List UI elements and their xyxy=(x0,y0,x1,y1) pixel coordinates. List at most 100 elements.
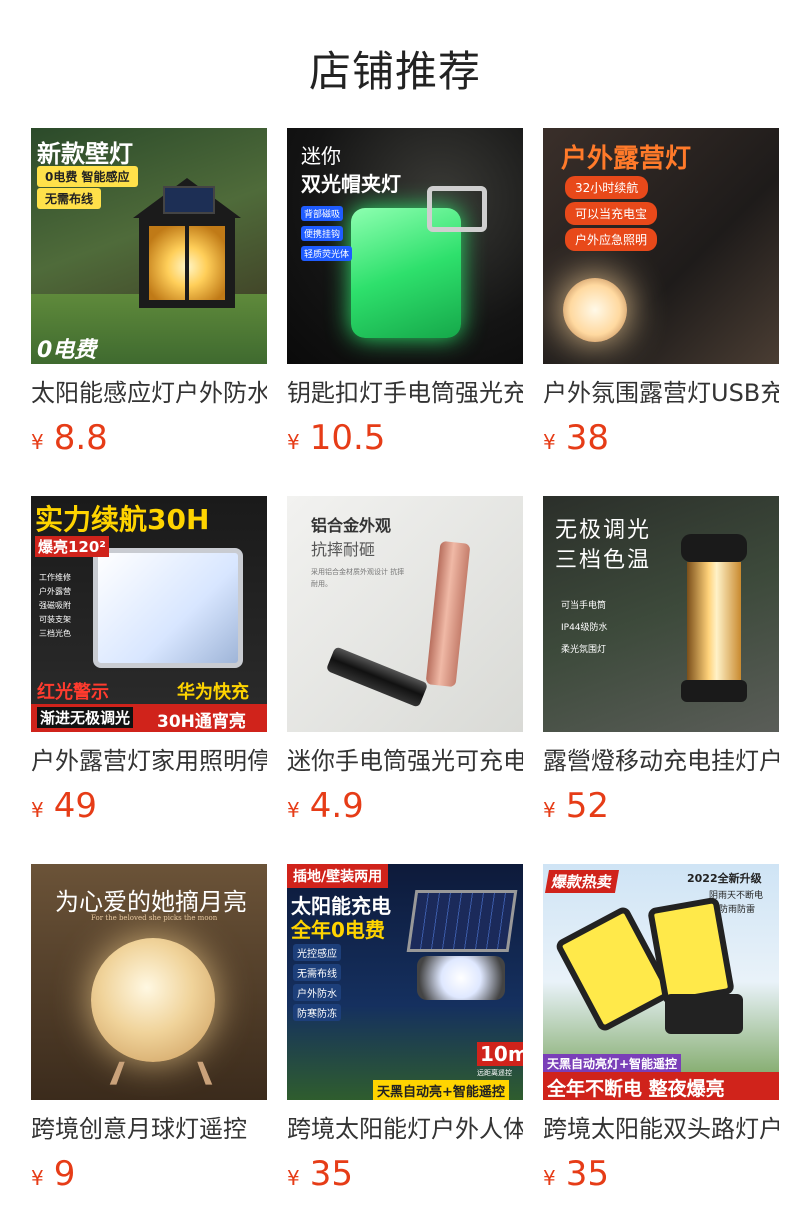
image-bullet: 无需布线 xyxy=(293,964,341,981)
image-headline: 为心爱的她摘月亮 xyxy=(55,888,247,916)
price-value: 35 xyxy=(565,1154,609,1194)
product-image[interactable]: 插地/壁装两用 太阳能充电 全年0电费 光控感应 无需布线 户外防水 防寒防冻 … xyxy=(287,864,523,1100)
product-image[interactable]: 铝合金外观 抗摔耐砸 采用铝合金材质外观设计 抗摔耐用。 xyxy=(287,496,523,732)
product-price: ¥ 35 xyxy=(543,1154,779,1194)
image-footer-right: 30H通宵亮 xyxy=(157,712,246,732)
image-range: 10m xyxy=(477,1042,523,1066)
image-footer: 0电费 xyxy=(37,338,97,363)
currency-symbol: ¥ xyxy=(543,798,556,822)
street-light-illustration xyxy=(553,896,743,1038)
currency-symbol: ¥ xyxy=(31,430,44,454)
product-card[interactable]: 铝合金外观 抗摔耐砸 采用铝合金材质外观设计 抗摔耐用。 迷你手电筒强光可充电 … xyxy=(287,496,523,864)
product-image[interactable]: 为心爱的她摘月亮 For the beloved she picks the m… xyxy=(31,864,267,1100)
image-headline: 实力续航30H xyxy=(35,503,210,536)
currency-symbol: ¥ xyxy=(543,430,556,454)
image-corner: 爆款热卖 xyxy=(544,870,620,893)
image-headline-small: 迷你 xyxy=(301,144,341,168)
image-footer: 全年不断电 整夜爆亮 xyxy=(543,1072,779,1100)
image-sub: 全年0电费 xyxy=(291,918,385,942)
product-card[interactable]: 插地/壁装两用 太阳能充电 全年0电费 光控感应 无需布线 户外防水 防寒防冻 … xyxy=(287,864,523,1232)
product-card[interactable]: 迷你 双光帽夹灯 背部磁吸 便携挂钩 轻质荧光体 钥匙扣灯手电筒强光充电 ¥ 1… xyxy=(287,128,523,496)
price-value: 10.5 xyxy=(309,418,386,458)
image-sub: For the beloved she picks the moon xyxy=(91,914,218,922)
image-bullet: 户外防水 xyxy=(293,984,341,1001)
moon-lamp-illustration xyxy=(91,938,215,1062)
orb-lamp-illustration xyxy=(563,278,627,342)
spotlight-illustration xyxy=(417,956,505,1000)
product-name[interactable]: 户外氛围露营灯USB充电 xyxy=(543,376,779,410)
product-image[interactable]: 实力续航30H 爆亮120² 工作维修 户外露营 强磁吸附 可装支架 三档光色 … xyxy=(31,496,267,732)
product-name[interactable]: 户外露营灯家用照明停电 xyxy=(31,744,267,778)
image-tag: 户外应急照明 xyxy=(565,228,658,251)
product-name[interactable]: 露營燈移动充电挂灯户外 xyxy=(543,744,779,778)
image-tag: 32小时续航 xyxy=(565,176,649,199)
image-tag: 0电费 智能感应 xyxy=(37,166,138,187)
product-name[interactable]: 跨境太阳能灯户外人体感应 xyxy=(287,1112,523,1146)
product-card[interactable]: 新款壁灯 0电费 智能感应 无需布线 0电费 太阳能感应灯户外防水 ¥ 8.8 xyxy=(31,128,267,496)
black-flashlight-illustration xyxy=(325,646,429,708)
product-price: ¥ 9 xyxy=(31,1154,267,1194)
image-bullet: 光控感应 xyxy=(293,944,341,961)
image-bullet: 背部磁吸 xyxy=(301,206,344,221)
price-value: 8.8 xyxy=(53,418,108,458)
page-title: 店铺推荐 xyxy=(308,47,481,96)
product-image[interactable]: 迷你 双光帽夹灯 背部磁吸 便携挂钩 轻质荧光体 xyxy=(287,128,523,364)
product-name[interactable]: 跨境太阳能双头路灯户外 xyxy=(543,1112,779,1146)
image-headline: 铝合金外观 xyxy=(311,516,392,535)
product-price: ¥ 52 xyxy=(543,786,779,826)
image-sub: 三档色温 xyxy=(555,548,652,573)
image-footer-left: 渐进无极调光 xyxy=(37,707,134,728)
price-value: 4.9 xyxy=(309,786,364,826)
solar-panel-illustration xyxy=(406,890,518,952)
price-value: 35 xyxy=(309,1154,353,1194)
image-footer: 天黑自动亮+智能遥控 xyxy=(373,1080,509,1100)
product-price: ¥ 49 xyxy=(31,786,267,826)
image-desc: 采用铝合金材质外观设计 抗摔耐用。 xyxy=(311,568,405,588)
product-card[interactable]: 无极调光 三档色温 可当手电筒 IP44级防水 柔光氛围灯 露營燈移动充电挂灯户… xyxy=(543,496,779,864)
image-tag: 无需布线 xyxy=(37,188,102,209)
product-price: ¥ 10.5 xyxy=(287,418,523,458)
image-bullet: 强磁吸附 xyxy=(39,601,71,610)
product-price: ¥ 8.8 xyxy=(31,418,267,458)
image-top-right-sub: 防雨防雷 xyxy=(719,905,756,915)
currency-symbol: ¥ xyxy=(543,1166,556,1190)
product-name[interactable]: 迷你手电筒强光可充电 xyxy=(287,744,523,778)
price-value: 52 xyxy=(565,786,609,826)
image-corner: 插地/壁装两用 xyxy=(287,864,389,888)
price-value: 49 xyxy=(53,786,97,826)
image-badge-right: 华为快充 xyxy=(177,682,249,703)
product-image[interactable]: 新款壁灯 0电费 智能感应 无需布线 0电费 xyxy=(31,128,267,364)
product-grid: 新款壁灯 0电费 智能感应 无需布线 0电费 太阳能感应灯户外防水 ¥ 8.8 … xyxy=(31,128,779,1232)
image-bullet: 三档光色 xyxy=(39,629,71,638)
currency-symbol: ¥ xyxy=(287,798,300,822)
image-bullet: 可当手电筒 xyxy=(561,601,607,611)
product-card[interactable]: 户外露营灯 32小时续航 可以当充电宝 户外应急照明 户外氛围露营灯USB充电 … xyxy=(543,128,779,496)
image-top-right-sub: 阴雨天不断电 xyxy=(709,891,764,901)
panel-light-illustration xyxy=(93,548,243,668)
product-image[interactable]: 无极调光 三档色温 可当手电筒 IP44级防水 柔光氛围灯 xyxy=(543,496,779,732)
image-headline: 无极调光 xyxy=(555,518,652,543)
product-card[interactable]: 为心爱的她摘月亮 For the beloved she picks the m… xyxy=(31,864,267,1232)
currency-symbol: ¥ xyxy=(31,798,44,822)
image-top-right: 2022全新升级 xyxy=(687,872,762,885)
image-range-sub: 远距离遥控 xyxy=(477,1069,512,1077)
lamp-illustration xyxy=(133,178,241,308)
product-name[interactable]: 跨境创意月球灯遥控 xyxy=(31,1112,267,1146)
image-bullet: 户外露营 xyxy=(39,587,71,596)
image-badge-left: 红光警示 xyxy=(37,682,109,703)
image-bullet: 可装支架 xyxy=(39,615,71,624)
product-card[interactable]: 爆款热卖 2022全新升级 阴雨天不断电 防雨防雷 天黑自动亮灯+智能遥控 全年… xyxy=(543,864,779,1232)
product-image[interactable]: 户外露营灯 32小时续航 可以当充电宝 户外应急照明 xyxy=(543,128,779,364)
image-bullet: 轻质荧光体 xyxy=(301,246,353,261)
product-name[interactable]: 太阳能感应灯户外防水 xyxy=(31,376,267,410)
product-image[interactable]: 爆款热卖 2022全新升级 阴雨天不断电 防雨防雷 天黑自动亮灯+智能遥控 全年… xyxy=(543,864,779,1100)
product-name[interactable]: 钥匙扣灯手电筒强光充电 xyxy=(287,376,523,410)
product-price: ¥ 35 xyxy=(287,1154,523,1194)
currency-symbol: ¥ xyxy=(287,1166,300,1190)
price-value: 38 xyxy=(565,418,609,458)
image-sub: 爆亮120² xyxy=(35,536,109,557)
image-headline: 双光帽夹灯 xyxy=(301,172,401,196)
product-price: ¥ 4.9 xyxy=(287,786,523,826)
image-tag: 可以当充电宝 xyxy=(565,202,658,225)
product-card[interactable]: 实力续航30H 爆亮120² 工作维修 户外露营 强磁吸附 可装支架 三档光色 … xyxy=(31,496,267,864)
